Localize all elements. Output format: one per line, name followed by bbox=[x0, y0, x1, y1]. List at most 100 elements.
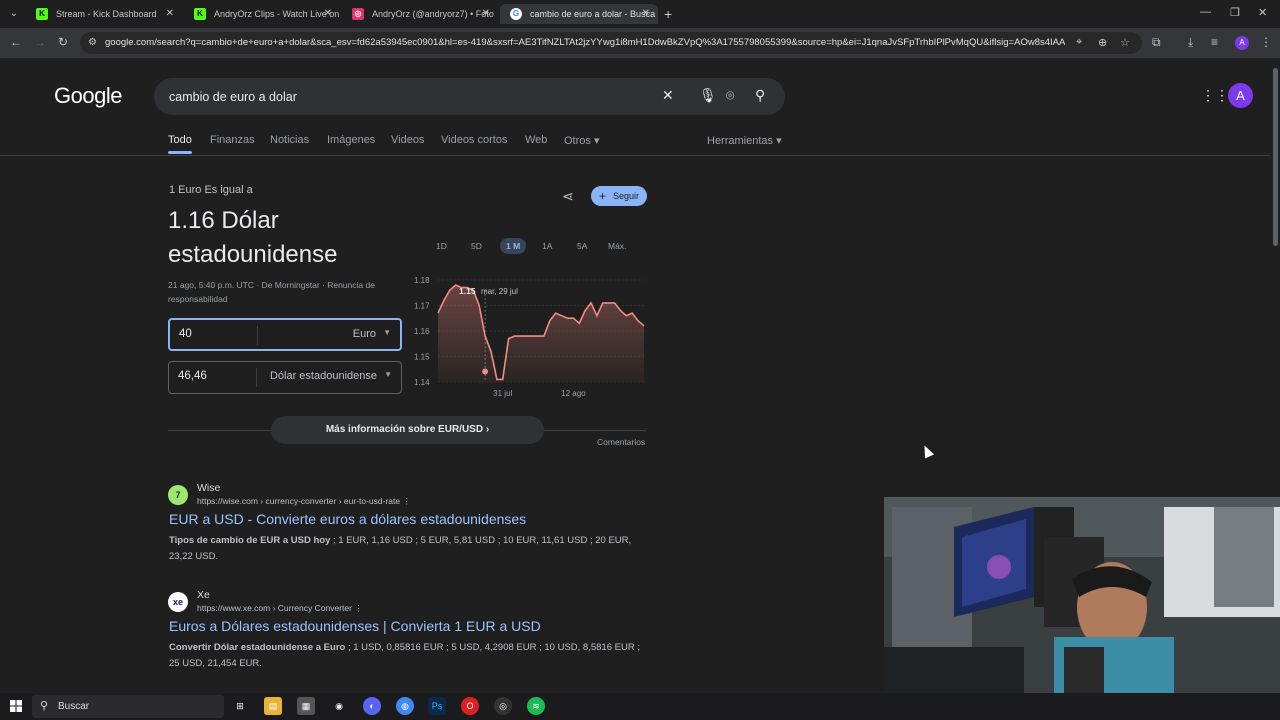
extensions-icon[interactable]: ⧉ bbox=[1152, 35, 1161, 50]
range-5d[interactable]: 5D bbox=[465, 238, 488, 254]
plus-icon: + bbox=[599, 189, 607, 203]
bookmark-star-icon[interactable]: ☆ bbox=[1120, 36, 1130, 49]
tab-web[interactable]: Web bbox=[525, 134, 547, 146]
tab-videos-cortos[interactable]: Videos cortos bbox=[441, 134, 507, 146]
menu-icon[interactable]: ⋮ bbox=[1260, 35, 1272, 49]
forward-icon[interactable]: → bbox=[34, 35, 46, 49]
tab-otros[interactable]: Otros ▾ bbox=[564, 134, 599, 147]
active-tab-indicator bbox=[168, 151, 192, 154]
tooltip-value: 1.15 bbox=[459, 286, 476, 296]
media-icon[interactable]: ≡ bbox=[1211, 35, 1218, 49]
field-divider bbox=[256, 368, 257, 387]
scroll-thumb[interactable] bbox=[1273, 68, 1278, 246]
result-title-link[interactable]: Euros a Dólares estadounidenses | Convie… bbox=[169, 618, 541, 634]
taskbar-search[interactable]: ⚲ Buscar bbox=[32, 695, 224, 718]
to-currency-field[interactable]: 46,46 Dólar estadounidense ▼ bbox=[168, 361, 402, 394]
range-1a[interactable]: 1A bbox=[536, 238, 558, 254]
site-info-icon[interactable]: ⚙ bbox=[88, 37, 97, 48]
search-icon[interactable]: ⚲ bbox=[755, 87, 765, 104]
file-explorer-icon[interactable]: ▤ bbox=[264, 697, 282, 715]
from-amount-input[interactable]: 40 bbox=[179, 328, 192, 340]
obs-icon[interactable]: ◉ bbox=[330, 697, 348, 715]
tab-search-icon[interactable]: ⌄ bbox=[6, 6, 22, 22]
spotify-icon[interactable]: ≋ bbox=[527, 697, 545, 715]
tab-imagenes[interactable]: Imágenes bbox=[327, 134, 375, 146]
range-5a[interactable]: 5A bbox=[571, 238, 593, 254]
tab-finanzas[interactable]: Finanzas bbox=[210, 134, 255, 146]
result-site-name[interactable]: Wise bbox=[197, 482, 220, 494]
exchange-rate-chart[interactable]: 1.18 1.17 1.16 1.15 1.14 1.15 mar, 29 jul 31 ju… bbox=[408, 270, 653, 400]
minimize-icon[interactable]: — bbox=[1200, 6, 1211, 18]
account-avatar[interactable]: A bbox=[1228, 83, 1253, 108]
tab-videos[interactable]: Videos bbox=[391, 134, 424, 146]
close-icon[interactable]: ✕ bbox=[482, 4, 490, 24]
reload-icon[interactable]: ↻ bbox=[58, 35, 68, 49]
y-tick-label: 1.18 bbox=[414, 276, 430, 285]
tab-strip: ⌄ K Stream - Kick Dashboard ✕ K AndryOrz… bbox=[0, 0, 1280, 28]
search-result: xe Xe https://www.xe.com › Currency Conv… bbox=[168, 589, 648, 672]
result-snippet: Convertir Dólar estadounidense a Euro ; … bbox=[169, 640, 647, 672]
zoom-icon[interactable]: ⊕ bbox=[1098, 36, 1107, 49]
clear-icon[interactable]: ✕ bbox=[662, 87, 674, 104]
task-view-icon[interactable]: ⊞ bbox=[231, 697, 249, 715]
lens-icon[interactable]: ⌾ bbox=[726, 87, 734, 104]
address-bar[interactable]: ⚙ google.com/search?q=cambio+de+euro+a+d… bbox=[80, 32, 1142, 54]
webcam-image bbox=[884, 497, 1280, 697]
new-tab-icon[interactable]: + bbox=[664, 6, 672, 22]
follow-button[interactable]: + Seguir bbox=[591, 186, 647, 206]
tab-todo[interactable]: Todo bbox=[168, 134, 192, 146]
range-max[interactable]: Máx. bbox=[602, 238, 632, 254]
tab-google-search[interactable]: G cambio de euro a dolar - Busca ✕ bbox=[500, 4, 658, 24]
result-title-link[interactable]: EUR a USD - Convierte euros a dólares es… bbox=[169, 511, 526, 527]
range-1m[interactable]: 1 M bbox=[500, 238, 527, 254]
google-logo[interactable]: Google bbox=[54, 83, 122, 109]
tab-noticias[interactable]: Noticias bbox=[270, 134, 309, 146]
opera-icon[interactable]: O bbox=[461, 697, 479, 715]
feedback-link[interactable]: Comentarios bbox=[597, 437, 645, 447]
result-url[interactable]: https://wise.com › currency-converter › … bbox=[197, 496, 411, 507]
to-currency-select[interactable]: Dólar estadounidense bbox=[270, 370, 377, 382]
tab-kick-clips[interactable]: K AndryOrz Clips - Watch Live on ✕ bbox=[184, 4, 340, 24]
hover-point[interactable] bbox=[482, 368, 489, 375]
result-url[interactable]: https://www.xe.com › Currency Converter … bbox=[197, 603, 363, 614]
app-icon[interactable]: ◎ bbox=[494, 697, 512, 715]
location-icon[interactable]: ⌖ bbox=[1076, 36, 1082, 49]
from-currency-field[interactable]: 40 Euro ▼ bbox=[168, 318, 402, 351]
to-amount-input[interactable]: 46,46 bbox=[178, 370, 207, 382]
tools-button[interactable]: Herramientas ▾ bbox=[707, 134, 782, 147]
snippet-bold: Tipos de cambio de EUR a USD hoy bbox=[169, 535, 331, 546]
tab-title: cambio de euro a dolar - Busca bbox=[530, 9, 656, 19]
photoshop-icon[interactable]: Ps bbox=[428, 697, 446, 715]
download-icon[interactable]: ⤓ bbox=[1188, 35, 1193, 50]
from-currency-select[interactable]: Euro bbox=[353, 328, 376, 340]
y-tick-label: 1.15 bbox=[414, 353, 430, 362]
discord-icon[interactable]: ◐ bbox=[363, 697, 381, 715]
kick-icon: K bbox=[194, 8, 206, 20]
range-1d[interactable]: 1D bbox=[430, 238, 453, 254]
chrome-icon[interactable]: ◍ bbox=[396, 697, 414, 715]
restore-icon[interactable]: ❐ bbox=[1230, 6, 1240, 19]
converter-value: 1.16 Dólar estadounidense bbox=[168, 207, 338, 268]
store-icon[interactable]: ▦ bbox=[297, 697, 315, 715]
url-text[interactable]: google.com/search?q=cambio+de+euro+a+dol… bbox=[105, 37, 1065, 48]
tab-kick-dashboard[interactable]: K Stream - Kick Dashboard ✕ bbox=[26, 4, 182, 24]
close-icon[interactable]: ✕ bbox=[642, 4, 650, 24]
close-icon[interactable]: ✕ bbox=[166, 4, 174, 24]
windows-start-icon[interactable] bbox=[10, 700, 22, 712]
x-tick-label: 31 jul bbox=[493, 389, 512, 398]
snippet-bold: Convertir Dólar estadounidense a Euro bbox=[169, 642, 346, 653]
profile-avatar[interactable]: A bbox=[1235, 36, 1249, 50]
search-input[interactable] bbox=[169, 87, 649, 107]
search-box[interactable]: ✕ 🎙 ⌾ ⚲ bbox=[154, 78, 785, 115]
back-icon[interactable]: ← bbox=[10, 35, 22, 49]
result-site-name[interactable]: Xe bbox=[197, 589, 210, 601]
more-info-button[interactable]: Más información sobre EUR/USD › bbox=[271, 416, 544, 444]
result-snippet: Tipos de cambio de EUR a USD hoy ; 1 EUR… bbox=[169, 533, 647, 565]
microphone-icon[interactable]: 🎙 bbox=[699, 87, 717, 104]
share-icon[interactable]: ⋖ bbox=[562, 188, 574, 205]
tab-instagram[interactable]: ◎ AndryOrz (@andryorz7) • Foto ✕ bbox=[342, 4, 498, 24]
close-window-icon[interactable]: ✕ bbox=[1258, 6, 1267, 19]
close-icon[interactable]: ✕ bbox=[324, 4, 332, 24]
chevron-down-icon[interactable]: ▼ bbox=[384, 370, 392, 379]
chevron-down-icon[interactable]: ▼ bbox=[383, 328, 391, 337]
